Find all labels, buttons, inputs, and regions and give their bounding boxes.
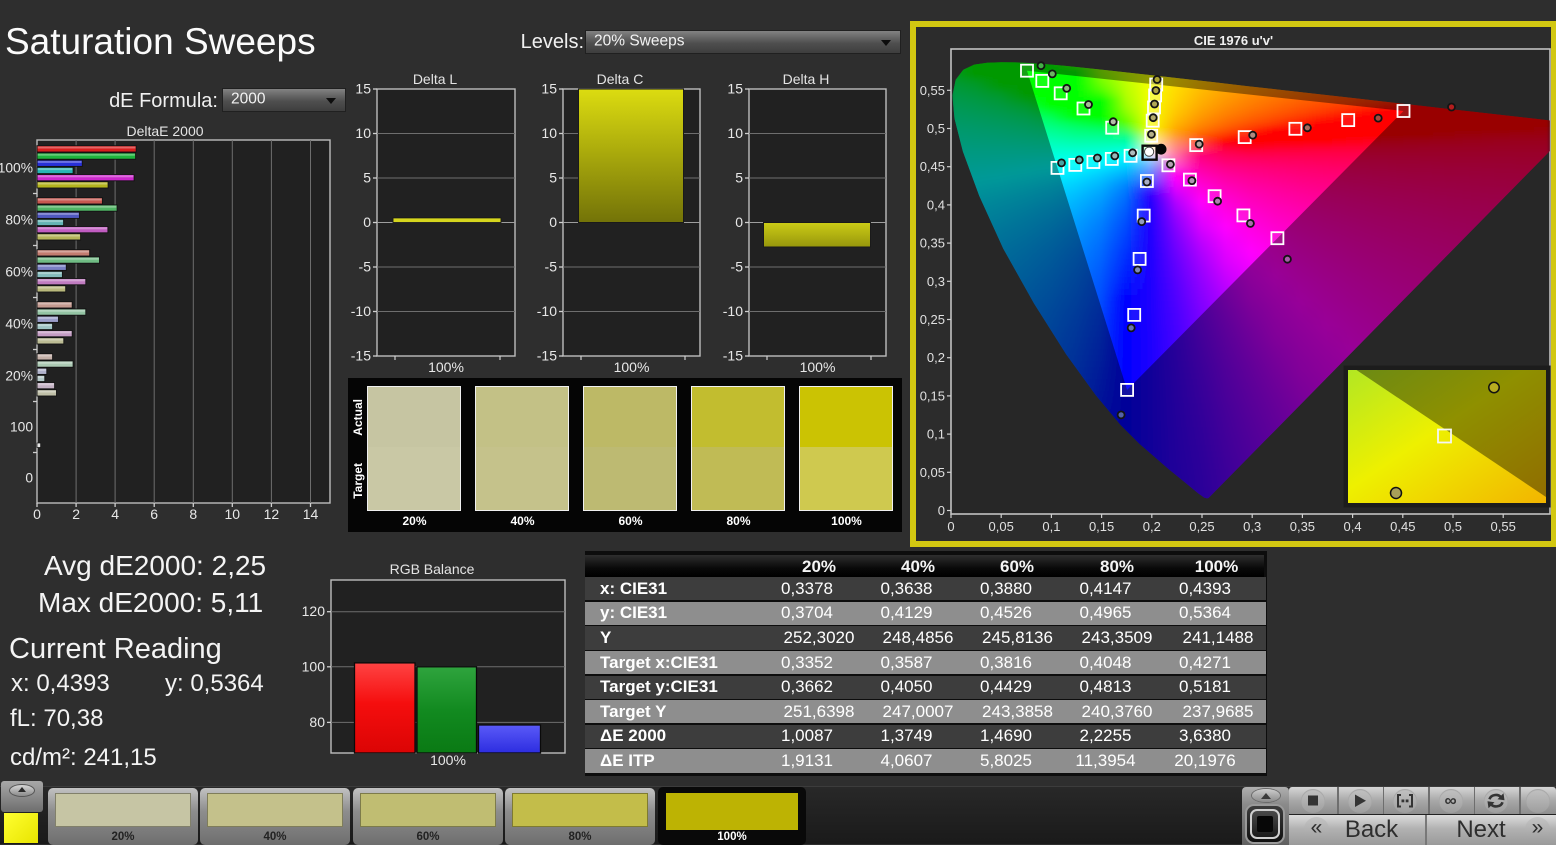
svg-text:60%: 60% <box>5 264 33 279</box>
svg-text:CIE 1976 u'v': CIE 1976 u'v' <box>1194 33 1273 48</box>
svg-text:0,35: 0,35 <box>1290 519 1315 534</box>
svg-text:15: 15 <box>727 81 743 97</box>
svg-text:0: 0 <box>947 519 954 534</box>
svg-text:0,5: 0,5 <box>927 121 945 136</box>
svg-text:120: 120 <box>302 603 326 619</box>
svg-text:10: 10 <box>355 125 371 141</box>
svg-text:0,2: 0,2 <box>1143 519 1161 534</box>
svg-text:-5: -5 <box>731 259 744 275</box>
svg-text:100%: 100% <box>614 359 650 375</box>
svg-text:6: 6 <box>150 506 158 522</box>
svg-text:5: 5 <box>549 170 557 186</box>
svg-text:-10: -10 <box>723 303 743 319</box>
svg-text:0,2: 0,2 <box>927 350 945 365</box>
svg-text:0: 0 <box>549 214 557 230</box>
svg-text:0,05: 0,05 <box>920 465 945 480</box>
svg-text:14: 14 <box>303 506 319 522</box>
svg-text:10: 10 <box>727 125 743 141</box>
svg-text:DeltaE 2000: DeltaE 2000 <box>126 123 203 139</box>
svg-text:100: 100 <box>302 658 326 674</box>
svg-text:-15: -15 <box>723 348 743 364</box>
svg-text:100%: 100% <box>428 359 464 375</box>
svg-text:0: 0 <box>938 503 945 518</box>
svg-text:100%: 100% <box>800 359 836 375</box>
svg-text:-10: -10 <box>351 303 371 319</box>
svg-text:100%: 100% <box>0 160 33 175</box>
svg-text:-15: -15 <box>537 348 557 364</box>
svg-text:0,25: 0,25 <box>920 312 945 327</box>
svg-text:Delta H: Delta H <box>783 71 830 87</box>
svg-text:80: 80 <box>309 714 325 730</box>
svg-text:0: 0 <box>735 214 743 230</box>
svg-text:0: 0 <box>33 506 41 522</box>
svg-text:∞: ∞ <box>1444 791 1456 810</box>
svg-text:0,25: 0,25 <box>1189 519 1214 534</box>
svg-text:20%: 20% <box>5 368 33 383</box>
svg-text:0: 0 <box>25 471 33 486</box>
svg-text:8: 8 <box>189 506 197 522</box>
svg-text:0,1: 0,1 <box>1042 519 1060 534</box>
svg-text:40%: 40% <box>5 316 33 331</box>
svg-text:Delta L: Delta L <box>413 71 458 87</box>
svg-text:4: 4 <box>111 506 119 522</box>
svg-text:-5: -5 <box>545 259 558 275</box>
svg-text:10: 10 <box>541 125 557 141</box>
svg-text:0: 0 <box>363 214 371 230</box>
svg-text:0,5: 0,5 <box>1444 519 1462 534</box>
svg-text:0,4: 0,4 <box>927 197 945 212</box>
svg-text:0,55: 0,55 <box>920 83 945 98</box>
svg-text:0,55: 0,55 <box>1491 519 1516 534</box>
svg-text:15: 15 <box>355 81 371 97</box>
svg-text:15: 15 <box>541 81 557 97</box>
svg-text:0,35: 0,35 <box>920 236 945 251</box>
svg-text:12: 12 <box>264 506 280 522</box>
svg-text:100: 100 <box>10 419 33 434</box>
svg-text:10: 10 <box>225 506 241 522</box>
svg-text:0,05: 0,05 <box>989 519 1014 534</box>
svg-text:0,3: 0,3 <box>927 274 945 289</box>
svg-text:Delta C: Delta C <box>597 71 644 87</box>
svg-text:-5: -5 <box>359 259 372 275</box>
svg-text:5: 5 <box>735 170 743 186</box>
svg-text:0,3: 0,3 <box>1243 519 1261 534</box>
svg-text:5: 5 <box>363 170 371 186</box>
svg-text:80%: 80% <box>5 212 33 227</box>
svg-text:RGB Balance: RGB Balance <box>390 561 475 577</box>
svg-text:0,45: 0,45 <box>920 159 945 174</box>
svg-text:100%: 100% <box>430 752 466 768</box>
svg-text:0,15: 0,15 <box>920 388 945 403</box>
svg-text:0,4: 0,4 <box>1344 519 1362 534</box>
svg-text:-10: -10 <box>537 303 557 319</box>
svg-text:0,45: 0,45 <box>1390 519 1415 534</box>
svg-text:-15: -15 <box>351 348 371 364</box>
svg-text:0,1: 0,1 <box>927 427 945 442</box>
svg-text:2: 2 <box>72 506 80 522</box>
svg-text:0,15: 0,15 <box>1089 519 1114 534</box>
